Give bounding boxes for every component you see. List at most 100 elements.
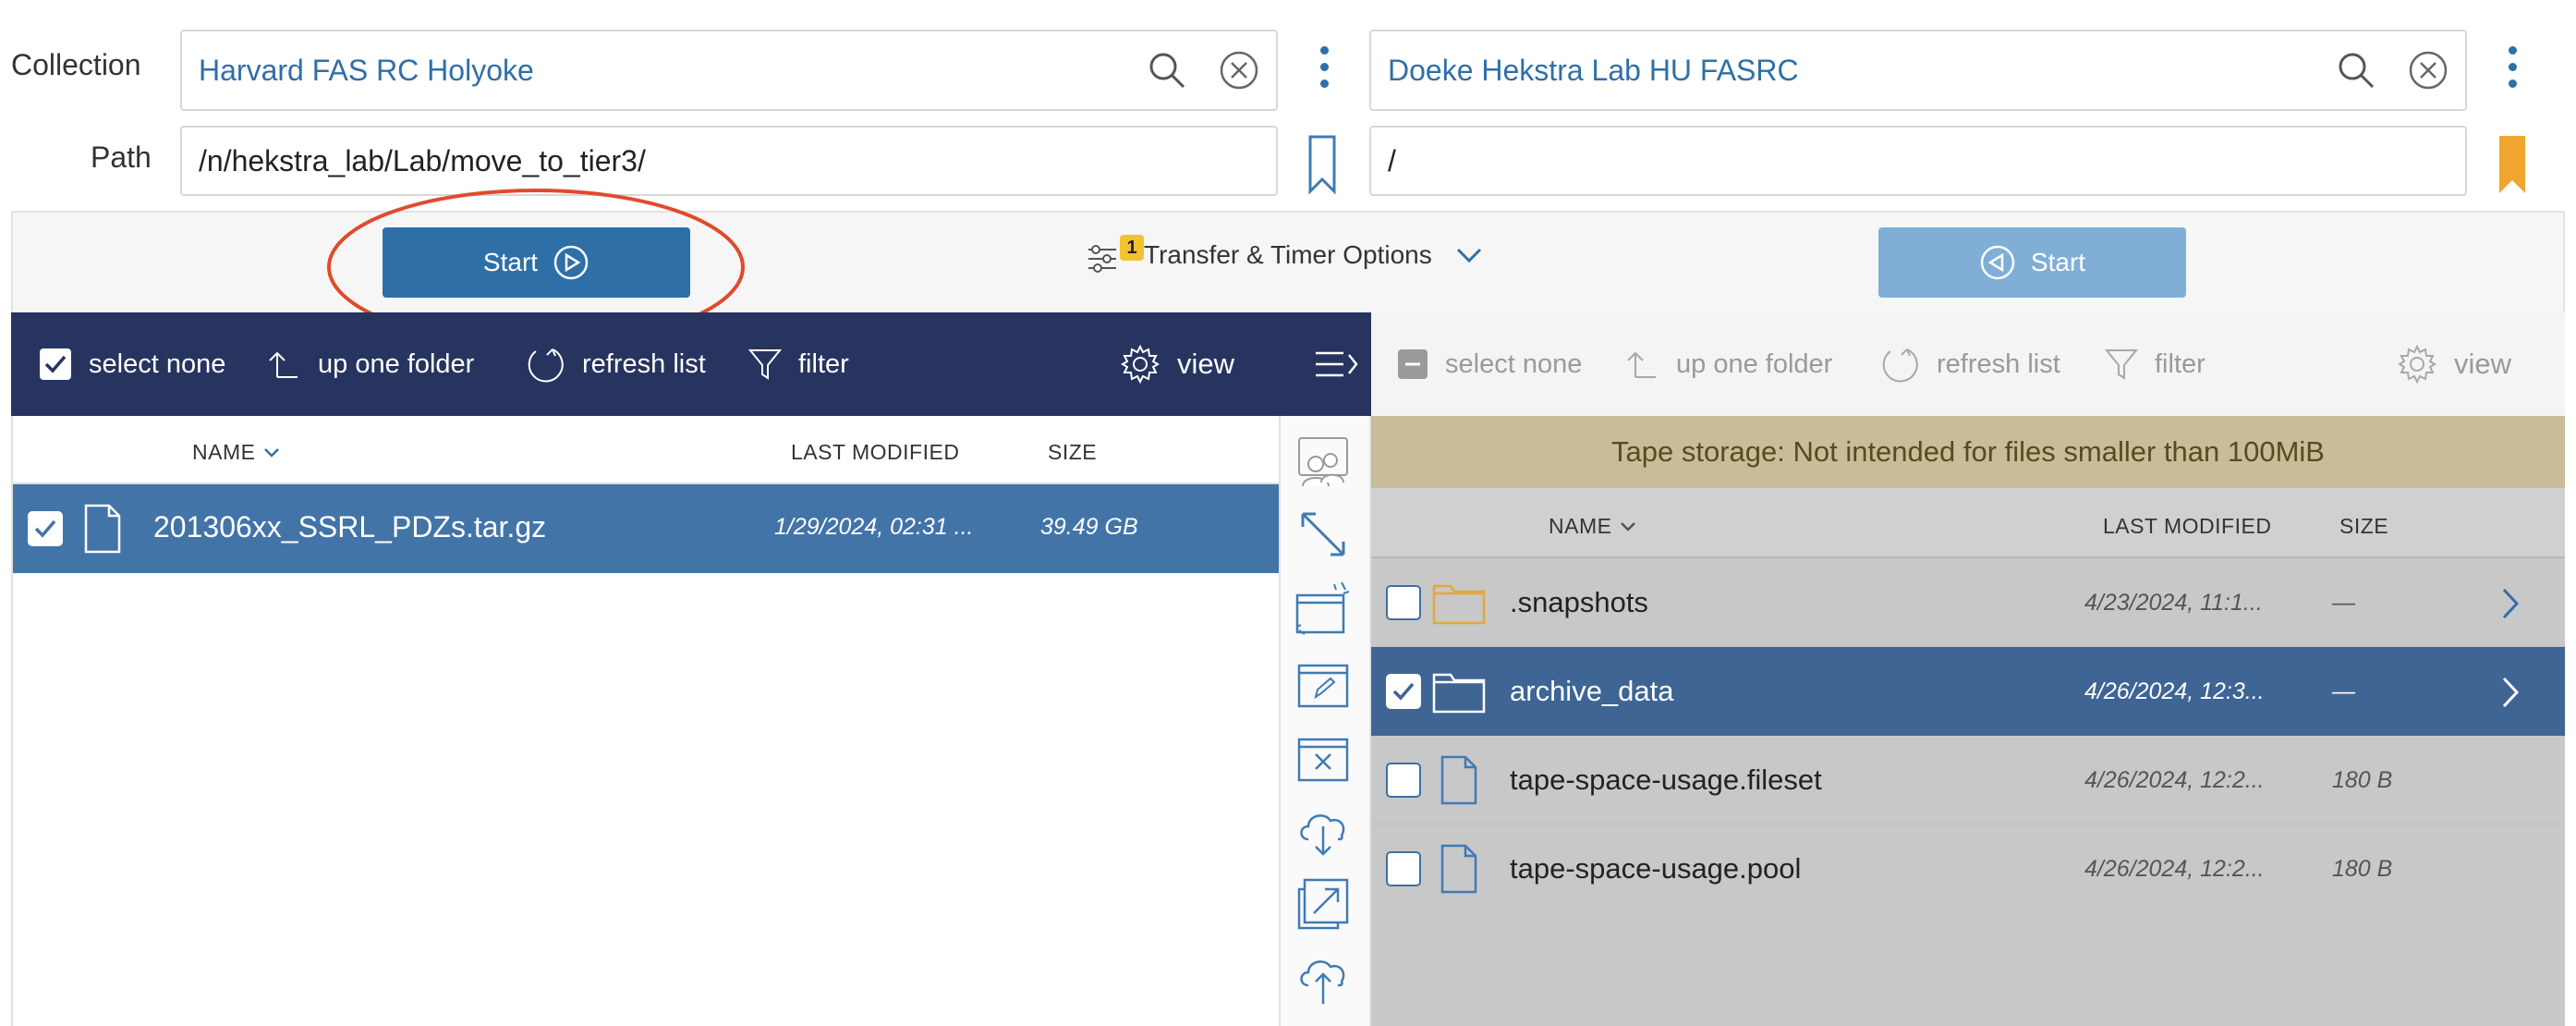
- row-checkbox[interactable]: [1386, 674, 1421, 709]
- collection-label: Collection: [11, 48, 141, 81]
- right-select-none[interactable]: select none: [1397, 348, 1582, 380]
- checkbox-indeterminate-icon: [1398, 349, 1428, 379]
- table-row[interactable]: tape-space-usage.pool 4/26/2024, 12:2...…: [1371, 824, 2565, 913]
- refresh-icon: [1882, 348, 1918, 383]
- tape-storage-banner: Tape storage: Not intended for files sma…: [1371, 416, 2565, 488]
- left-up-folder-label: up one folder: [318, 348, 475, 379]
- check-icon: [34, 519, 56, 538]
- file-modified: 4/26/2024, 12:2...: [2084, 856, 2265, 882]
- bookmark-filled-icon[interactable]: [2497, 134, 2527, 195]
- file-size: 180 B: [2332, 856, 2393, 882]
- table-row[interactable]: archive_data 4/26/2024, 12:3... —: [1371, 647, 2565, 736]
- right-refresh[interactable]: refresh list: [1879, 344, 2060, 385]
- folder-icon: [1432, 584, 1486, 625]
- right-select-none-label: select none: [1445, 348, 1583, 379]
- chevron-down-icon: [1456, 248, 1481, 263]
- row-checkbox[interactable]: [1386, 763, 1421, 798]
- right-up-folder-label: up one folder: [1676, 348, 1833, 379]
- new-folder-icon[interactable]: [1294, 579, 1353, 638]
- right-filter[interactable]: filter: [2105, 347, 2205, 382]
- right-refresh-label: refresh list: [1937, 348, 2060, 379]
- right-toolbar: select none up one folder refresh list f…: [1371, 312, 2565, 416]
- file-size: —: [2332, 590, 2355, 616]
- file-name: tape-space-usage.fileset: [1510, 763, 1822, 796]
- table-row[interactable]: .snapshots 4/23/2024, 11:1... —: [1371, 558, 2565, 647]
- path-label: Path: [91, 140, 152, 174]
- transfer-options-toggle[interactable]: 1 Transfer & Timer Options: [1087, 235, 1484, 274]
- right-up-folder[interactable]: up one folder: [1622, 346, 1832, 383]
- right-view[interactable]: view: [2397, 344, 2511, 385]
- resize-icon[interactable]: [1294, 505, 1353, 564]
- banner-text: Tape storage: Not intended for files sma…: [1611, 435, 2325, 468]
- left-more-icon[interactable]: [1318, 46, 1330, 88]
- chevron-right-icon[interactable]: [2500, 586, 2521, 621]
- search-icon[interactable]: [2336, 50, 2376, 91]
- left-refresh-label: refresh list: [582, 348, 706, 379]
- file-name: archive_data: [1510, 675, 1674, 707]
- left-select-none-label: select none: [89, 348, 226, 379]
- share-users-icon[interactable]: [1294, 433, 1353, 492]
- right-path-value: /: [1388, 143, 1396, 177]
- left-col-size[interactable]: SIZE: [1048, 440, 1097, 465]
- left-select-none[interactable]: select none: [39, 348, 225, 381]
- file-name: 201306xx_SSRL_PDZs.tar.gz: [153, 510, 547, 544]
- sliders-icon: [1088, 245, 1116, 273]
- left-toolbar: select none up one folder refresh list f…: [11, 312, 1371, 416]
- row-checkbox[interactable]: [1386, 851, 1421, 886]
- right-col-name[interactable]: NAME: [1549, 514, 1637, 539]
- folder-icon: [1432, 673, 1486, 714]
- left-collection-field[interactable]: Harvard FAS RC Holyoke: [180, 30, 1278, 111]
- bookmark-outline-icon[interactable]: [1307, 134, 1337, 195]
- clear-icon[interactable]: [1219, 50, 1259, 91]
- file-modified: 4/23/2024, 11:1...: [2084, 590, 2263, 616]
- gear-icon: [2398, 344, 2436, 385]
- right-more-icon[interactable]: [2507, 46, 2518, 88]
- filter-icon: [2105, 349, 2138, 380]
- file-name: .snapshots: [1510, 586, 1648, 618]
- file-modified: 4/26/2024, 12:3...: [2084, 678, 2265, 704]
- file-size: 39.49 GB: [1040, 514, 1138, 540]
- left-up-folder[interactable]: up one folder: [264, 346, 474, 383]
- search-icon[interactable]: [1147, 50, 1187, 91]
- left-collection-value: Harvard FAS RC Holyoke: [199, 53, 534, 87]
- cloud-download-icon[interactable]: [1294, 800, 1353, 860]
- file-size: 180 B: [2332, 767, 2393, 793]
- play-reverse-icon: [1980, 245, 2015, 280]
- delete-icon[interactable]: [1294, 727, 1353, 786]
- right-view-label: view: [2454, 348, 2512, 380]
- chevron-right-icon[interactable]: [2500, 675, 2521, 710]
- left-col-modified[interactable]: LAST MODIFIED: [791, 440, 959, 465]
- checkbox-checked-icon: [40, 348, 71, 380]
- cloud-upload-icon[interactable]: [1294, 948, 1353, 1008]
- open-external-icon[interactable]: [1294, 874, 1353, 934]
- left-col-name[interactable]: NAME: [192, 440, 281, 465]
- left-view[interactable]: view: [1120, 344, 1234, 385]
- right-collection-field[interactable]: Doeke Hekstra Lab HU FASRC: [1369, 30, 2467, 111]
- row-checkbox[interactable]: [28, 511, 63, 546]
- right-collection-value: Doeke Hekstra Lab HU FASRC: [1388, 53, 1799, 87]
- table-row[interactable]: tape-space-usage.fileset 4/26/2024, 12:2…: [1371, 736, 2565, 824]
- rename-icon[interactable]: [1294, 653, 1353, 712]
- options-label: Transfer & Timer Options: [1144, 240, 1432, 269]
- options-badge: 1: [1120, 235, 1144, 261]
- right-path-input[interactable]: /: [1369, 126, 2467, 196]
- left-refresh[interactable]: refresh list: [525, 344, 706, 385]
- table-row[interactable]: 201306xx_SSRL_PDZs.tar.gz 1/29/2024, 02:…: [13, 484, 1279, 573]
- file-icon: [1440, 755, 1477, 805]
- clear-icon[interactable]: [2408, 50, 2448, 91]
- left-view-label: view: [1177, 348, 1235, 380]
- right-col-name-label: NAME: [1549, 514, 1612, 538]
- panel-toggle-icon[interactable]: [1314, 346, 1360, 383]
- filter-icon: [748, 349, 782, 380]
- up-folder-icon: [269, 351, 298, 378]
- right-col-modified[interactable]: LAST MODIFIED: [2103, 514, 2271, 539]
- left-path-value: /n/hekstra_lab/Lab/move_to_tier3/: [199, 143, 646, 177]
- file-modified: 1/29/2024, 02:31 ...: [774, 514, 974, 540]
- left-filter-label: filter: [798, 348, 849, 379]
- left-filter[interactable]: filter: [748, 347, 849, 382]
- check-icon: [1392, 682, 1415, 701]
- start-right-button[interactable]: Start: [1878, 227, 2186, 298]
- row-checkbox[interactable]: [1386, 585, 1421, 620]
- right-filter-label: filter: [2155, 348, 2205, 379]
- right-col-size[interactable]: SIZE: [2339, 514, 2388, 539]
